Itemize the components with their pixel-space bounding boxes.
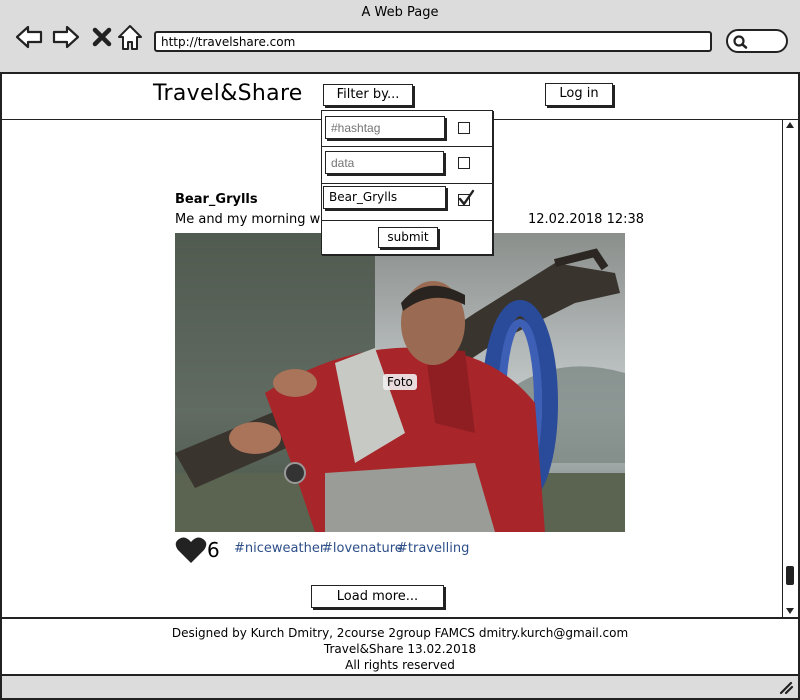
browser-toolbar: A Web Page http://travelshare.com bbox=[0, 0, 800, 74]
hashtag-link[interactable]: #travelling bbox=[397, 541, 469, 556]
heart-icon[interactable] bbox=[175, 536, 207, 564]
date-filter-input[interactable] bbox=[325, 151, 444, 174]
login-button[interactable]: Log in bbox=[545, 83, 613, 106]
scroll-thumb[interactable] bbox=[786, 566, 794, 585]
hashtag-link[interactable]: #lovenature bbox=[322, 541, 403, 556]
photo-label: Foto bbox=[383, 374, 417, 390]
search-icon bbox=[733, 35, 748, 49]
load-more-button[interactable]: Load more... bbox=[311, 585, 444, 608]
footer-credits: Designed by Kurch Dmitry, 2course 2group… bbox=[171, 626, 629, 640]
arrow-right-icon[interactable] bbox=[51, 22, 81, 52]
vertical-scrollbar[interactable] bbox=[782, 120, 798, 617]
site-footer: Designed by Kurch Dmitry, 2course 2group… bbox=[2, 617, 798, 674]
post-caption: Me and my morning wood bbox=[175, 212, 345, 227]
hashtag-link[interactable]: #niceweather bbox=[234, 541, 325, 556]
site-logo[interactable]: Travel&Share bbox=[153, 81, 303, 106]
footer-brand-date: Travel&Share 13.02.2018 bbox=[323, 642, 477, 656]
checkmark-icon bbox=[458, 189, 475, 206]
post-date: 12.02.2018 12:38 bbox=[528, 212, 645, 227]
author-filter-input[interactable]: Bear_Grylls bbox=[323, 186, 446, 209]
filter-button[interactable]: Filter by... bbox=[323, 84, 413, 106]
hashtag-filter-checkbox[interactable] bbox=[458, 122, 470, 134]
search-box[interactable] bbox=[726, 29, 788, 53]
window-title: A Web Page bbox=[361, 5, 439, 20]
like-count: 6 bbox=[207, 538, 220, 562]
post-author[interactable]: Bear_Grylls bbox=[175, 192, 258, 207]
hashtag-filter-input[interactable] bbox=[325, 116, 445, 139]
filter-submit-button[interactable]: submit bbox=[378, 227, 438, 248]
close-icon[interactable] bbox=[88, 22, 118, 52]
date-filter-checkbox[interactable] bbox=[458, 157, 470, 169]
home-icon[interactable] bbox=[115, 22, 145, 52]
scroll-up-icon[interactable] bbox=[786, 122, 794, 128]
arrow-left-icon[interactable] bbox=[14, 22, 44, 52]
footer-rights: All rights reserved bbox=[345, 658, 455, 672]
status-bar bbox=[2, 674, 798, 698]
address-bar[interactable]: http://travelshare.com bbox=[154, 31, 712, 52]
resize-grip-icon[interactable] bbox=[778, 680, 794, 694]
scroll-down-icon[interactable] bbox=[786, 608, 794, 614]
